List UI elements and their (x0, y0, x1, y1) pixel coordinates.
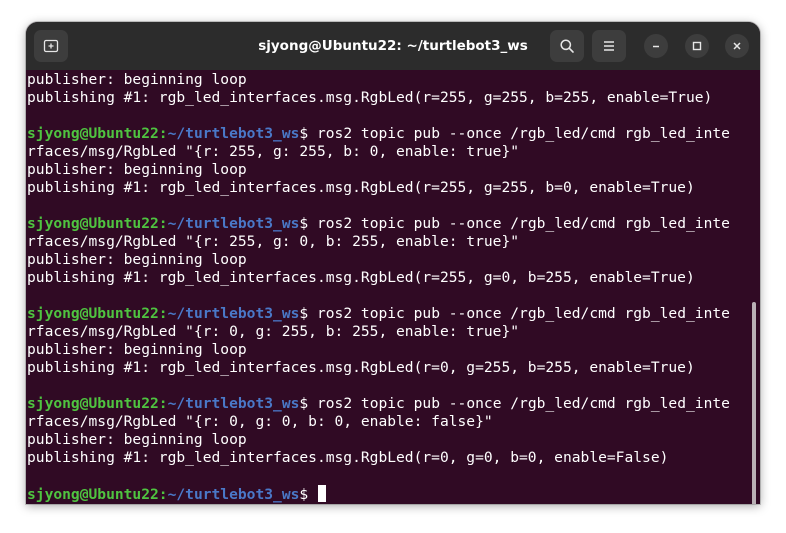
prompt-separator: : (158, 486, 168, 503)
terminal-line: rfaces/msg/RgbLed "{r: 255, g: 0, b: 255… (27, 233, 730, 251)
output-text: rfaces/msg/RgbLed "{r: 0, g: 0, b: 0, en… (27, 413, 493, 430)
prompt-separator: : (158, 125, 168, 142)
command-text: ros2 topic pub --once /rgb_led/cmd rgb_l… (308, 305, 730, 322)
prompt-path: ~/turtlebot3_ws (167, 486, 300, 503)
search-icon (560, 39, 574, 53)
prompt-separator: : (158, 215, 168, 232)
output-text: publishing #1: rgb_led_interfaces.msg.Rg… (27, 179, 695, 196)
prompt-input[interactable] (308, 486, 317, 503)
prompt-symbol: $ (299, 486, 309, 503)
terminal-line: publisher: beginning loop (27, 161, 730, 179)
hamburger-menu-icon (604, 41, 614, 51)
output-text: publishing #1: rgb_led_interfaces.msg.Rg… (27, 269, 695, 286)
terminal-line: publisher: beginning loop (27, 431, 730, 449)
terminal-line: sjyong@Ubuntu22:~/turtlebot3_ws$ ros2 to… (27, 215, 730, 233)
prompt-separator: : (158, 305, 168, 322)
terminal-line: publisher: beginning loop (27, 71, 730, 89)
close-button[interactable] (725, 34, 749, 58)
prompt-separator: : (158, 395, 168, 412)
output-text: publisher: beginning loop (27, 161, 247, 178)
terminal-line: sjyong@Ubuntu22:~/turtlebot3_ws$ ros2 to… (27, 395, 730, 413)
output-text: publishing #1: rgb_led_interfaces.msg.Rg… (27, 449, 669, 466)
command-text: ros2 topic pub --once /rgb_led/cmd rgb_l… (308, 125, 730, 142)
prompt-symbol: $ (299, 395, 309, 412)
scrollbar-thumb[interactable] (752, 302, 756, 504)
prompt-user: sjyong@Ubuntu22 (27, 486, 159, 503)
terminal-line: rfaces/msg/RgbLed "{r: 0, g: 255, b: 255… (27, 323, 730, 341)
prompt-path: ~/turtlebot3_ws (167, 305, 300, 322)
output-text: publishing #1: rgb_led_interfaces.msg.Rg… (27, 359, 695, 376)
prompt-symbol: $ (299, 215, 309, 232)
terminal-line: publishing #1: rgb_led_interfaces.msg.Rg… (27, 89, 730, 107)
menu-button[interactable] (592, 30, 626, 62)
prompt-path: ~/turtlebot3_ws (167, 215, 300, 232)
terminal-line: publishing #1: rgb_led_interfaces.msg.Rg… (27, 179, 730, 197)
maximize-icon (692, 41, 702, 51)
terminal-line: sjyong@Ubuntu22:~/turtlebot3_ws$ (27, 485, 730, 503)
output-text: publisher: beginning loop (27, 71, 247, 88)
terminal-line: publisher: beginning loop (27, 341, 730, 359)
terminal-output[interactable]: publisher: beginning loop publishing #1: … (26, 70, 760, 504)
output-text: rfaces/msg/RgbLed "{r: 0, g: 255, b: 255… (27, 323, 520, 340)
output-text: rfaces/msg/RgbLed "{r: 255, g: 0, b: 255… (27, 233, 520, 250)
output-text: publisher: beginning loop (27, 251, 247, 268)
output-text: publisher: beginning loop (27, 341, 247, 358)
prompt-user: sjyong@Ubuntu22 (27, 395, 159, 412)
minimize-icon (653, 45, 659, 48)
terminal-lines: publisher: beginning loop publishing #1: … (27, 71, 730, 503)
output-text: publishing #1: rgb_led_interfaces.msg.Rg… (27, 89, 713, 106)
prompt-user: sjyong@Ubuntu22 (27, 305, 159, 322)
prompt-user: sjyong@Ubuntu22 (27, 215, 159, 232)
title-bar[interactable]: sjyong@Ubuntu22: ~/turtlebot3_ws (26, 22, 760, 70)
prompt-path: ~/turtlebot3_ws (167, 125, 300, 142)
command-text: ros2 topic pub --once /rgb_led/cmd rgb_l… (308, 215, 730, 232)
terminal-line: rfaces/msg/RgbLed "{r: 0, g: 0, b: 0, en… (27, 413, 730, 431)
close-icon (733, 42, 741, 50)
output-text: publisher: beginning loop (27, 431, 247, 448)
prompt-user: sjyong@Ubuntu22 (27, 125, 159, 142)
new-tab-icon (43, 39, 59, 53)
prompt-path: ~/turtlebot3_ws (167, 395, 300, 412)
new-tab-button[interactable] (34, 30, 68, 62)
output-text: rfaces/msg/RgbLed "{r: 255, g: 255, b: 0… (27, 143, 520, 160)
prompt-symbol: $ (299, 125, 309, 142)
text-cursor (317, 485, 326, 502)
terminal-line: sjyong@Ubuntu22:~/turtlebot3_ws$ ros2 to… (27, 125, 730, 143)
terminal-line: publisher: beginning loop (27, 251, 730, 269)
terminal-line: sjyong@Ubuntu22:~/turtlebot3_ws$ ros2 to… (27, 305, 730, 323)
terminal-line: publishing #1: rgb_led_interfaces.msg.Rg… (27, 359, 730, 377)
command-text: ros2 topic pub --once /rgb_led/cmd rgb_l… (308, 395, 730, 412)
minimize-button[interactable] (644, 34, 668, 58)
terminal-line: rfaces/msg/RgbLed "{r: 255, g: 255, b: 0… (27, 143, 730, 161)
terminal-window: sjyong@Ubuntu22: ~/turtlebot3_ws publish… (26, 22, 760, 504)
search-button[interactable] (550, 30, 584, 62)
terminal-line: publishing #1: rgb_led_interfaces.msg.Rg… (27, 269, 730, 287)
maximize-button[interactable] (685, 34, 709, 58)
prompt-symbol: $ (299, 305, 309, 322)
terminal-line: publishing #1: rgb_led_interfaces.msg.Rg… (27, 449, 730, 467)
